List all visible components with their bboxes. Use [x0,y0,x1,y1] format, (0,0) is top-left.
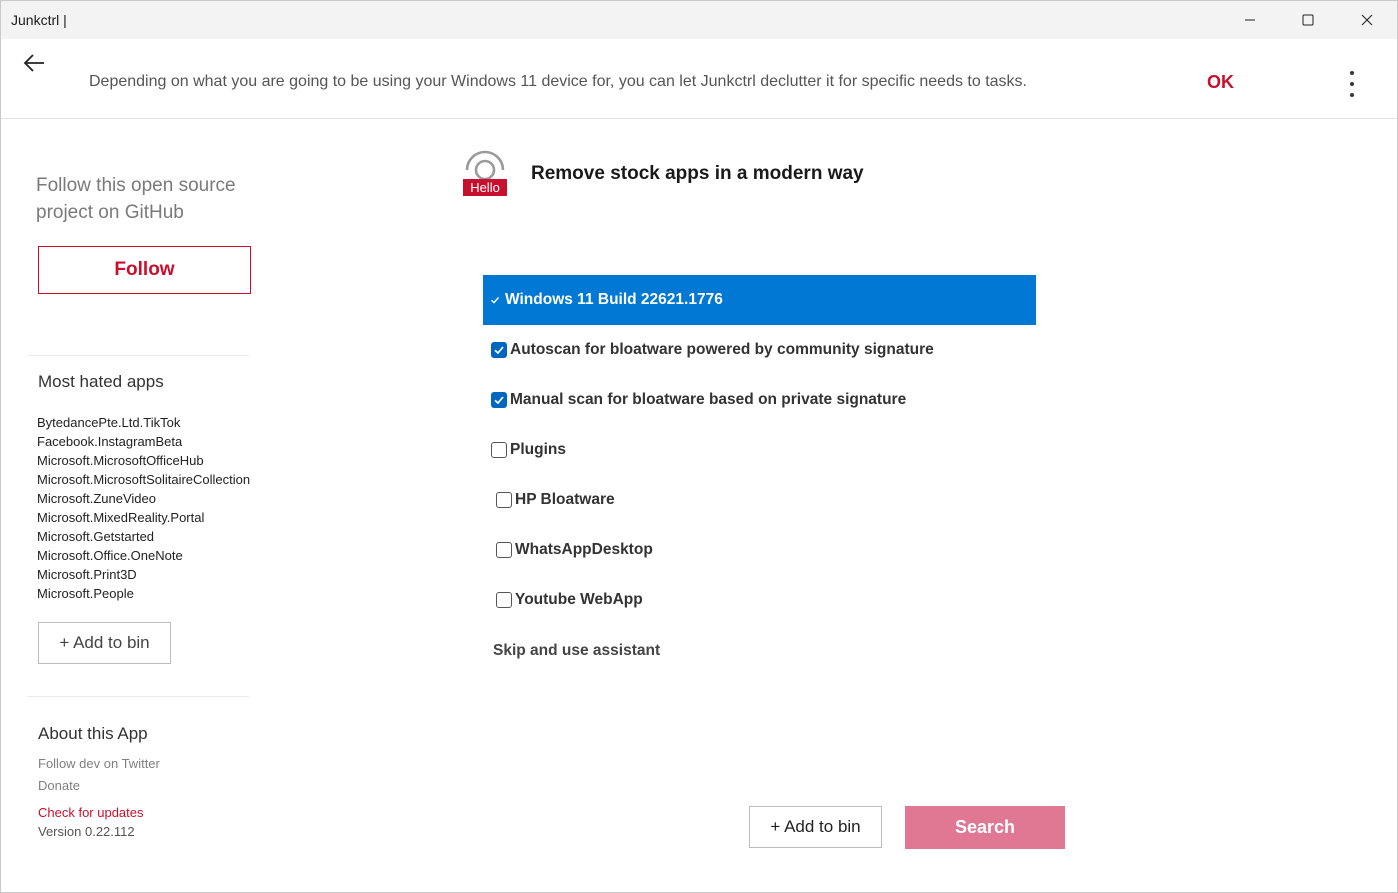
check-icon [494,396,504,405]
skip-assistant-link[interactable]: Skip and use assistant [493,642,660,660]
checkbox-unchecked[interactable] [496,592,512,608]
follow-github-text: Follow this open source project on GitHu… [36,175,236,223]
option-label: Youtube WebApp [515,591,643,608]
option-label: Windows 11 Build 22621.1776 [505,291,723,308]
back-button[interactable] [17,49,51,77]
minimize-icon [1245,19,1255,21]
close-icon [1361,14,1373,26]
list-item[interactable]: Microsoft.Office.OneNote [37,546,251,565]
hello-logo: Hello [461,149,509,197]
list-item[interactable]: Microsoft.Print3D [37,565,251,584]
follow-button[interactable]: Follow [38,246,251,294]
version-label: Version 0.22.112 [38,824,135,839]
option-youtube-webapp[interactable]: Youtube WebApp [483,575,1036,625]
option-label: Autoscan for bloatware powered by commun… [510,341,934,358]
list-item[interactable]: Microsoft.Getstarted [37,527,251,546]
list-item[interactable]: Microsoft.MicrosoftOfficeHub [37,451,251,470]
option-label: Manual scan for bloatware based on priva… [510,391,907,408]
more-dot [1350,82,1354,86]
minimize-button[interactable] [1221,1,1279,39]
list-item[interactable]: Microsoft.People [37,584,251,603]
option-manual-scan[interactable]: Manual scan for bloatware based on priva… [483,375,1036,425]
maximize-icon [1302,14,1314,26]
maximize-button[interactable] [1279,1,1337,39]
header-message: Depending on what you are going to be us… [89,73,1027,90]
list-item[interactable]: BytedancePte.Ltd.TikTok [37,413,251,432]
donate-link[interactable]: Donate [38,778,80,793]
more-dots-icon [1350,71,1354,75]
app-window: Junkctrl | Depending on what you are goi… [0,0,1398,893]
back-arrow-icon [23,54,44,72]
more-dot [1350,93,1354,97]
most-hated-apps-title: Most hated apps [38,372,164,391]
list-item[interactable]: Microsoft.ZuneVideo [37,489,251,508]
more-options-button[interactable] [1341,71,1363,97]
search-button[interactable]: Search [905,806,1065,849]
sidebar: Follow this open source project on GitHu… [1,120,261,892]
add-to-bin-button[interactable]: + Add to bin [749,806,882,848]
follow-twitter-link[interactable]: Follow dev on Twitter [38,756,160,771]
option-whatsapp[interactable]: WhatsAppDesktop [483,525,1036,575]
hello-badge: Hello [463,179,507,196]
option-windows-build[interactable]: Windows 11 Build 22621.1776 [483,275,1036,325]
option-label: Plugins [510,441,566,458]
header-bar: Depending on what you are going to be us… [1,39,1397,119]
option-autoscan[interactable]: Autoscan for bloatware powered by commun… [483,325,1036,375]
checkbox-unchecked[interactable] [496,542,512,558]
sidebar-divider [27,355,249,356]
sidebar-divider [27,696,249,697]
checkbox-checked[interactable] [491,392,507,408]
broadcast-icon [465,150,505,181]
title-bar: Junkctrl | [1,1,1397,39]
list-item[interactable]: Facebook.InstagramBeta [37,432,251,451]
checkbox-unchecked[interactable] [491,442,507,458]
close-button[interactable] [1338,1,1396,39]
most-hated-apps-list: BytedancePte.Ltd.TikTok Facebook.Instagr… [37,413,251,603]
option-plugins[interactable]: Plugins [483,425,1036,475]
option-label: HP Bloatware [515,491,615,508]
option-hp-bloatware[interactable]: HP Bloatware [483,475,1036,525]
list-item[interactable]: Microsoft.MicrosoftSolitaireCollection [37,470,251,489]
sidebar-add-to-bin-button[interactable]: + Add to bin [38,622,171,664]
page-title: Remove stock apps in a modern way [531,163,864,184]
checkbox-checked[interactable] [491,342,507,358]
list-item[interactable]: Microsoft.MixedReality.Portal [37,508,251,527]
about-app-title: About this App [38,724,148,743]
check-icon [488,293,502,307]
check-updates-link[interactable]: Check for updates [38,805,144,820]
checkbox-unchecked[interactable] [496,492,512,508]
ok-button[interactable]: OK [1207,72,1234,93]
option-label: WhatsAppDesktop [515,541,653,558]
check-icon [494,346,504,355]
app-title: Junkctrl | [11,12,67,28]
